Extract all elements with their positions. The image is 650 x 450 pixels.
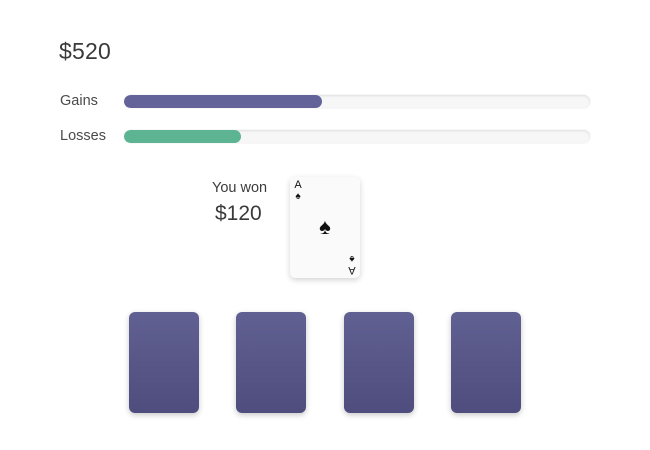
card-back-1[interactable] — [129, 312, 199, 413]
card-back-2[interactable] — [236, 312, 306, 413]
balance-amount: $520 — [59, 38, 111, 64]
gains-progress-fill — [124, 95, 323, 108]
losses-label: Losses — [60, 128, 106, 144]
card-rank: A — [294, 179, 302, 191]
win-message: You won — [212, 180, 268, 196]
revealed-card[interactable]: A ♠ ♠ A ♠ — [290, 177, 360, 278]
spade-icon: ♠ — [349, 253, 355, 264]
losses-progress-bar — [124, 130, 590, 143]
spade-icon: ♠ — [319, 214, 331, 239]
card-rank: A — [348, 264, 356, 276]
card-back-3[interactable] — [344, 312, 414, 413]
losses-progress-fill — [124, 130, 241, 143]
card-back-4[interactable] — [451, 312, 521, 413]
gains-label: Gains — [60, 93, 98, 109]
spade-icon: ♠ — [295, 191, 301, 202]
card-corner-top: A ♠ — [293, 179, 303, 203]
gains-progress-bar — [124, 95, 590, 108]
win-amount: $120 — [215, 202, 262, 225]
card-corner-bottom: A ♠ — [347, 253, 357, 276]
